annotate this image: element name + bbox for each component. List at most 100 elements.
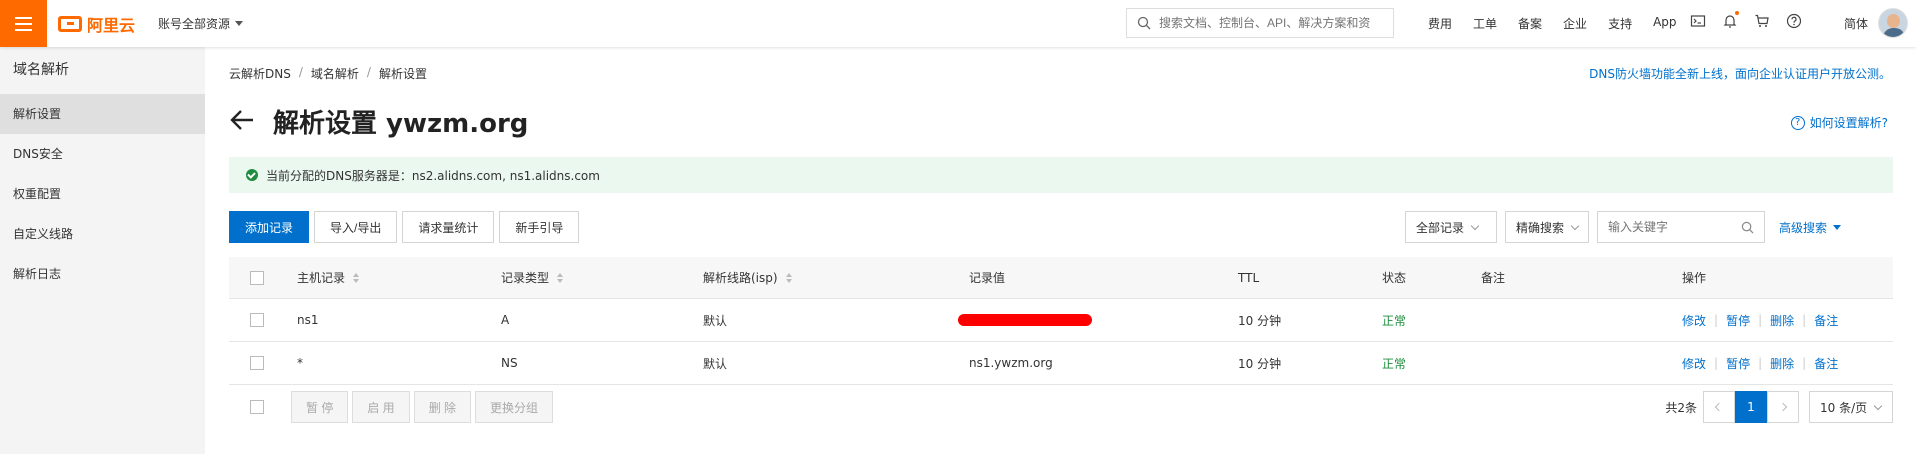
search-toolbar: 全部记录 精确搜索 高级搜索: [1405, 211, 1842, 243]
sidebar-item-dns-log[interactable]: 解析日志: [0, 254, 205, 294]
how-to-setup-label: 如何设置解析?: [1809, 116, 1888, 130]
terminal-icon[interactable]: [1690, 13, 1706, 29]
search-mode-select[interactable]: 精确搜索: [1505, 211, 1589, 243]
footer-select-all-checkbox[interactable]: [250, 400, 264, 414]
keyword-input[interactable]: [1608, 220, 1728, 234]
search-icon: [1137, 16, 1151, 30]
breadcrumb-item-domain-dns[interactable]: 域名解析: [311, 65, 359, 82]
change-group-button[interactable]: 更换分组: [475, 391, 554, 423]
how-to-setup-link[interactable]: ? 如何设置解析?: [1790, 114, 1888, 131]
top-link-ticket[interactable]: 工单: [1473, 15, 1497, 32]
batch-pause-button[interactable]: 暂 停: [291, 391, 349, 423]
sidebar-item-dns-security[interactable]: DNS安全: [0, 134, 205, 174]
account-resources-dropdown[interactable]: 账号全部资源: [158, 15, 244, 32]
pause-link[interactable]: 暂停: [1726, 355, 1750, 372]
global-search-input[interactable]: [1159, 16, 1379, 30]
advanced-search-label: 高级搜索: [1779, 220, 1828, 235]
sidebar-item-custom-line[interactable]: 自定义线路: [0, 214, 205, 254]
col-actions: 操作: [1682, 271, 1707, 285]
batch-delete-button[interactable]: 删 除: [413, 391, 472, 423]
top-link-icp[interactable]: 备案: [1518, 15, 1542, 32]
edit-link[interactable]: 修改: [1682, 355, 1706, 372]
page-size-select[interactable]: 10 条/页: [1809, 391, 1893, 423]
chevron-left-icon: [1714, 402, 1724, 412]
top-link-support[interactable]: 支持: [1608, 15, 1632, 32]
pause-link[interactable]: 暂停: [1726, 312, 1750, 329]
cell-host: ns1: [297, 313, 319, 327]
chevron-down-icon: [1570, 221, 1580, 230]
caret-down-icon: [235, 21, 244, 26]
cell-ttl: 10 分钟: [1238, 356, 1282, 371]
batch-enable-button[interactable]: 启 用: [352, 391, 410, 423]
delete-link[interactable]: 删除: [1770, 312, 1794, 329]
cell-ttl: 10 分钟: [1238, 313, 1282, 328]
caret-down-icon: [1833, 224, 1842, 230]
col-line[interactable]: 解析线路(isp): [703, 257, 792, 298]
row-checkbox[interactable]: [250, 313, 264, 327]
table-row: ns1 A 默认 10 分钟 正常 修改 | 暂停 | 删除 | 备注: [229, 299, 1893, 342]
col-host[interactable]: 主机记录: [297, 257, 360, 298]
remark-link[interactable]: 备注: [1814, 355, 1838, 372]
advanced-search-link[interactable]: 高级搜索: [1779, 219, 1842, 236]
cell-host: *: [297, 356, 303, 370]
pagination: 共2条 1 10 条/页: [1665, 391, 1893, 423]
help-icon[interactable]: [1786, 13, 1802, 29]
top-link-fee[interactable]: 费用: [1428, 15, 1452, 32]
breadcrumb-item-current: 解析设置: [378, 67, 427, 81]
toolbar: 添加记录 导入/导出 请求量统计 新手引导: [229, 211, 580, 243]
sort-icon: [353, 272, 360, 283]
cell-actions: 修改 | 暂停 | 删除 | 备注: [1682, 355, 1839, 372]
cell-type: A: [501, 313, 510, 327]
select-all-checkbox[interactable]: [250, 270, 264, 285]
firewall-notice-link[interactable]: DNS防火墙功能全新上线，面向企业认证用户开放公测。: [1589, 65, 1891, 82]
keyword-search[interactable]: [1597, 211, 1765, 243]
dns-server-text: 当前分配的DNS服务器是：ns2.alidns.com, ns1.alidns.…: [266, 168, 600, 183]
prev-page-button[interactable]: [1703, 391, 1735, 423]
check-circle-icon: [246, 169, 258, 181]
table-row: * NS 默认 ns1.ywzm.org 10 分钟 正常 修改 | 暂停 | 删除…: [229, 342, 1893, 385]
delete-link[interactable]: 删除: [1770, 355, 1794, 372]
add-record-button[interactable]: 添加记录: [229, 211, 310, 243]
top-icons: [1690, 11, 1802, 29]
row-checkbox[interactable]: [250, 356, 264, 370]
search-icon[interactable]: [1741, 221, 1754, 234]
cell-value: [958, 299, 1092, 341]
chevron-down-icon: [1873, 401, 1883, 410]
notification-bell[interactable]: [1722, 11, 1739, 29]
sort-icon: [785, 272, 792, 283]
cell-status: 正常: [1382, 313, 1407, 328]
logo-text: 阿里云: [87, 16, 136, 35]
dns-server-banner: 当前分配的DNS服务器是：ns2.alidns.com, ns1.alidns.…: [229, 157, 1893, 193]
menu-icon[interactable]: [0, 0, 47, 47]
chevron-down-icon: [1470, 221, 1480, 230]
breadcrumb-item-cloud-dns[interactable]: 云解析DNS: [229, 65, 291, 82]
records-table: 主机记录 记录类型 解析线路(isp) 记录值 TTL 状态 备注 操作 ns1…: [229, 257, 1893, 385]
avatar[interactable]: [1878, 8, 1908, 38]
next-page-button[interactable]: [1767, 391, 1799, 423]
top-link-enterprise[interactable]: 企业: [1563, 15, 1587, 32]
page-number[interactable]: 1: [1735, 391, 1767, 423]
col-type[interactable]: 记录类型: [501, 257, 564, 298]
record-filter-select[interactable]: 全部记录: [1405, 211, 1497, 243]
edit-link[interactable]: 修改: [1682, 312, 1706, 329]
beginner-guide-button[interactable]: 新手引导: [499, 211, 580, 243]
batch-actions: 暂 停 启 用 删 除 更换分组: [291, 391, 554, 423]
remark-link[interactable]: 备注: [1814, 312, 1838, 329]
aliyun-logo[interactable]: 阿里云: [58, 12, 135, 36]
global-search[interactable]: [1126, 8, 1394, 38]
sidebar: 域名解析 解析设置 DNS安全 权重配置 自定义线路 解析日志: [0, 47, 205, 454]
sidebar-title: 域名解析: [13, 62, 69, 78]
logo-mark-icon: [58, 16, 82, 32]
request-stats-button[interactable]: 请求量统计: [402, 211, 495, 243]
top-links: 费用 工单 备案 企业 支持 App: [1428, 15, 1698, 32]
back-arrow-icon[interactable]: [229, 109, 255, 131]
cart-icon[interactable]: [1754, 13, 1770, 29]
sidebar-item-weight-config[interactable]: 权重配置: [0, 174, 205, 214]
sidebar-item-dns-settings[interactable]: 解析设置: [0, 94, 205, 134]
table-footer: 暂 停 启 用 删 除 更换分组 共2条 1 10 条/页: [229, 391, 1893, 427]
import-export-button[interactable]: 导入/导出: [314, 211, 398, 243]
top-link-app[interactable]: App: [1653, 15, 1676, 32]
record-filter-value: 全部记录: [1416, 220, 1465, 235]
language-switch[interactable]: 简体: [1844, 15, 1868, 32]
table-header: 主机记录 记录类型 解析线路(isp) 记录值 TTL 状态 备注 操作: [229, 257, 1893, 299]
